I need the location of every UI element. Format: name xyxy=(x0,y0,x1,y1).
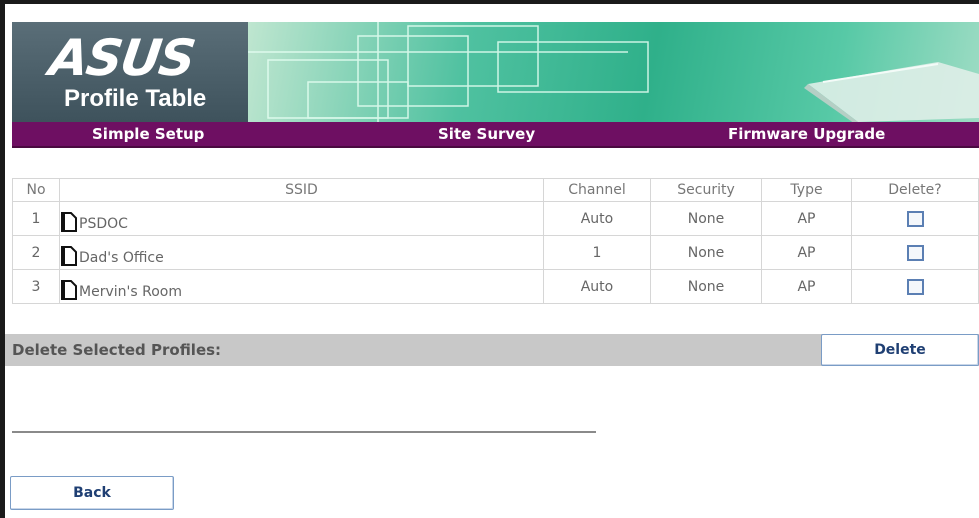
row-number: 3 xyxy=(12,269,60,304)
col-header-channel: Channel xyxy=(543,178,651,202)
page-title: Profile Table xyxy=(64,85,207,112)
delete-checkbox[interactable] xyxy=(906,244,924,261)
table-row: 2 Dad's Office 1 None AP xyxy=(12,235,979,270)
window-frame-top xyxy=(0,0,979,4)
nav-bar: Simple Setup Site Survey Firmware Upgrad… xyxy=(12,122,979,148)
type-cell: AP xyxy=(761,201,852,236)
col-header-no: No xyxy=(12,178,60,202)
delete-cell xyxy=(851,201,979,236)
ssid-name: PSDOC xyxy=(79,216,128,232)
col-header-type: Type xyxy=(761,178,852,202)
ssid-cell[interactable]: Mervin's Room xyxy=(59,269,544,304)
table-header-row: No SSID Channel Security Type Delete? xyxy=(12,178,979,202)
col-header-ssid: SSID xyxy=(59,178,544,202)
channel-cell: 1 xyxy=(543,235,651,270)
row-number: 2 xyxy=(12,235,60,270)
document-icon xyxy=(61,246,77,266)
security-cell: None xyxy=(650,235,762,270)
table-row: 1 PSDOC Auto None AP xyxy=(12,201,979,236)
header-banner: ASUS Profile Table xyxy=(12,22,979,122)
asus-logo: ASUS xyxy=(45,29,198,87)
security-cell: None xyxy=(650,201,762,236)
banner-artwork xyxy=(248,22,979,122)
banner-graphic xyxy=(248,22,979,122)
col-header-delete: Delete? xyxy=(851,178,979,202)
divider xyxy=(12,431,596,433)
ssid-name: Mervin's Room xyxy=(79,284,182,300)
channel-cell: Auto xyxy=(543,269,651,304)
security-cell: None xyxy=(650,269,762,304)
type-cell: AP xyxy=(761,235,852,270)
ssid-name: Dad's Office xyxy=(79,250,164,266)
delete-checkbox[interactable] xyxy=(906,278,924,295)
channel-cell: Auto xyxy=(543,201,651,236)
nav-simple-setup[interactable]: Simple Setup xyxy=(92,124,204,144)
profile-table: No SSID Channel Security Type Delete? 1 … xyxy=(12,178,979,304)
row-number: 1 xyxy=(12,201,60,236)
table-row: 3 Mervin's Room Auto None AP xyxy=(12,269,979,304)
nav-firmware-upgrade[interactable]: Firmware Upgrade xyxy=(728,124,885,144)
delete-cell xyxy=(851,269,979,304)
delete-selected-label: Delete Selected Profiles: xyxy=(12,341,222,359)
delete-checkbox[interactable] xyxy=(906,210,924,227)
ssid-cell[interactable]: Dad's Office xyxy=(59,235,544,270)
type-cell: AP xyxy=(761,269,852,304)
document-icon xyxy=(61,280,77,300)
window-frame-left xyxy=(0,0,5,518)
delete-cell xyxy=(851,235,979,270)
col-header-security: Security xyxy=(650,178,762,202)
nav-site-survey[interactable]: Site Survey xyxy=(438,124,535,144)
back-button[interactable]: Back xyxy=(10,476,174,510)
document-icon xyxy=(61,212,77,232)
ssid-cell[interactable]: PSDOC xyxy=(59,201,544,236)
logo-panel: ASUS Profile Table xyxy=(12,22,248,122)
delete-selected-bar: Delete Selected Profiles: Delete xyxy=(5,334,979,366)
delete-button[interactable]: Delete xyxy=(821,334,979,366)
